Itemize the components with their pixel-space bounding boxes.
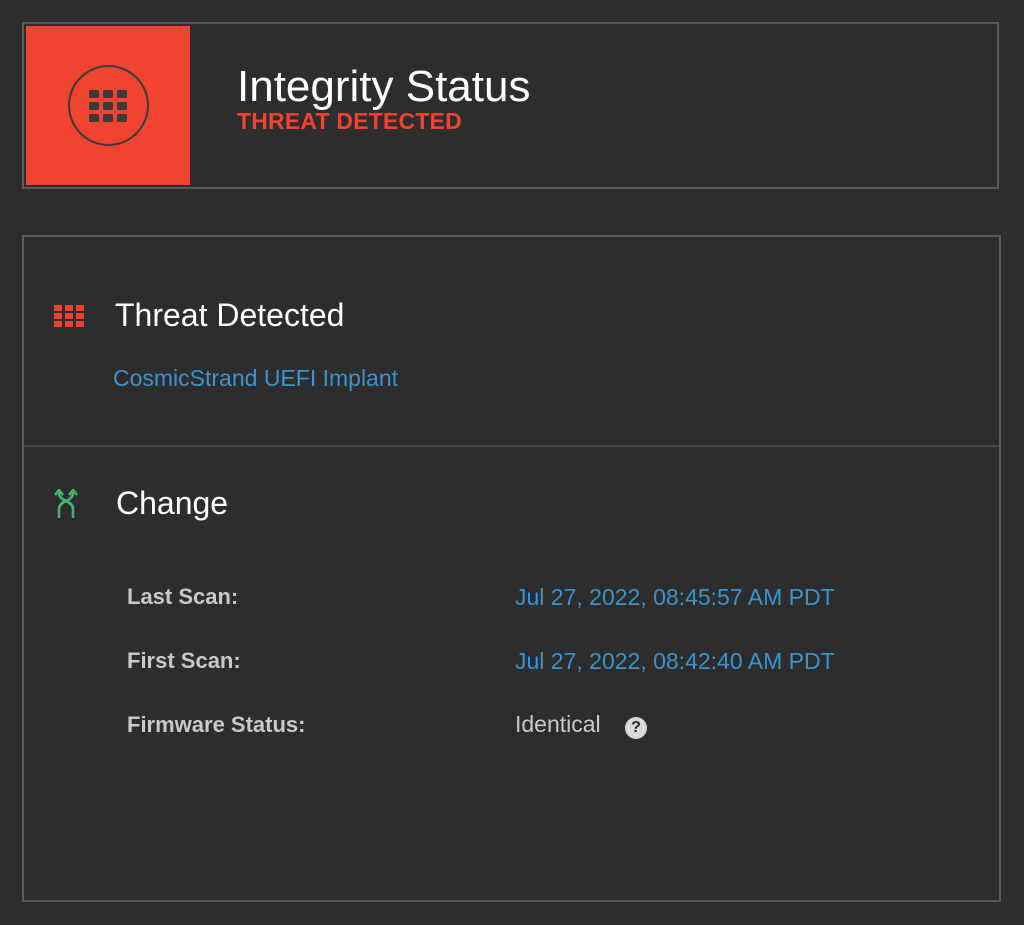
change-section: Change Last Scan: Jul 27, 2022, 08:45:57… xyxy=(24,447,999,897)
threat-section: Threat Detected CosmicStrand UEFI Implan… xyxy=(24,237,999,447)
status-badge: THREAT DETECTED xyxy=(237,108,462,134)
change-section-title: Change xyxy=(116,485,229,521)
last-scan-label: Last Scan: xyxy=(127,584,239,609)
change-section-header: Change xyxy=(54,485,228,522)
grid-icon xyxy=(54,299,87,332)
change-arrows-icon xyxy=(54,487,87,520)
status-ring xyxy=(67,65,149,146)
detail-row-first-scan: First Scan: Jul 27, 2022, 08:42:40 AM PD… xyxy=(127,629,835,693)
question-circle-icon[interactable]: ? xyxy=(625,717,648,739)
threat-section-header: Threat Detected xyxy=(54,297,344,334)
threat-name-link[interactable]: CosmicStrand UEFI Implant xyxy=(113,365,398,392)
status-tile xyxy=(26,26,190,185)
scan-details: Last Scan: Jul 27, 2022, 08:45:57 AM PDT… xyxy=(127,565,835,757)
details-card: Threat Detected CosmicStrand UEFI Implan… xyxy=(22,235,1001,902)
integrity-status-card: Integrity Status THREAT DETECTED xyxy=(22,22,999,189)
firmware-status-value: Identical ? xyxy=(515,711,648,739)
firmware-status-label: Firmware Status: xyxy=(127,712,306,737)
page-title: Integrity Status xyxy=(237,62,531,111)
first-scan-label: First Scan: xyxy=(127,648,241,673)
detail-row-firmware-status: Firmware Status: Identical ? xyxy=(127,693,835,757)
threat-section-title: Threat Detected xyxy=(115,297,345,333)
last-scan-value[interactable]: Jul 27, 2022, 08:45:57 AM PDT xyxy=(515,584,835,611)
grid-icon xyxy=(89,89,127,122)
status-text: Integrity Status THREAT DETECTED xyxy=(192,24,530,187)
first-scan-value[interactable]: Jul 27, 2022, 08:42:40 AM PDT xyxy=(515,648,835,675)
firmware-status-text: Identical xyxy=(515,711,601,737)
detail-row-last-scan: Last Scan: Jul 27, 2022, 08:45:57 AM PDT xyxy=(127,565,835,629)
